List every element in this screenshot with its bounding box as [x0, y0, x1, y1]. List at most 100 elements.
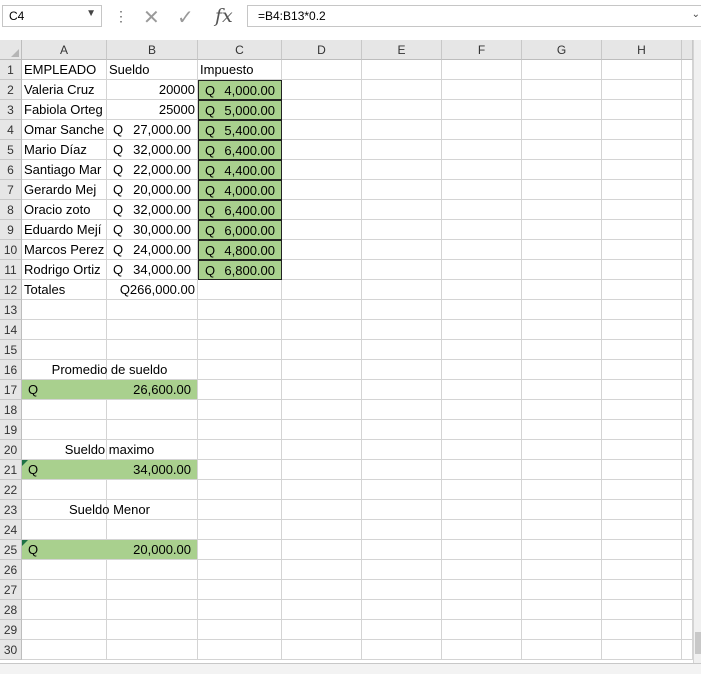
- cell-empty[interactable]: [442, 100, 522, 120]
- cell-empty[interactable]: [198, 560, 282, 580]
- employee-impuesto[interactable]: Q 4,400.00: [198, 160, 282, 180]
- cell-empty[interactable]: [107, 340, 198, 360]
- cell-empty[interactable]: [682, 640, 693, 660]
- cell-empty[interactable]: [682, 160, 693, 180]
- cell-empty[interactable]: [682, 360, 693, 380]
- cell-empty[interactable]: [522, 640, 602, 660]
- employee-impuesto[interactable]: Q 6,400.00: [198, 200, 282, 220]
- row-header-8[interactable]: 8: [0, 200, 22, 220]
- cell-empty[interactable]: [442, 380, 522, 400]
- cell-empty[interactable]: [602, 580, 682, 600]
- cell-empty[interactable]: [198, 360, 282, 380]
- cell-empty[interactable]: [282, 160, 362, 180]
- column-header-h[interactable]: H: [602, 40, 682, 60]
- cell-empty[interactable]: [522, 400, 602, 420]
- cell-empty[interactable]: [602, 60, 682, 80]
- cell-empty[interactable]: [362, 320, 442, 340]
- cell-empty[interactable]: [682, 140, 693, 160]
- menor-value[interactable]: Q 20,000.00: [22, 540, 198, 560]
- cell-empty[interactable]: [362, 520, 442, 540]
- row-header-15[interactable]: 15: [0, 340, 22, 360]
- dropdown-arrow-icon[interactable]: ▼: [86, 8, 96, 19]
- cell-empty[interactable]: [522, 200, 602, 220]
- cell-empty[interactable]: [282, 280, 362, 300]
- row-header-5[interactable]: 5: [0, 140, 22, 160]
- cell-empty[interactable]: [362, 580, 442, 600]
- cell-empty[interactable]: [682, 400, 693, 420]
- cell-empty[interactable]: [22, 520, 107, 540]
- cell-empty[interactable]: [282, 400, 362, 420]
- cell-empty[interactable]: [442, 580, 522, 600]
- cell-empty[interactable]: [522, 60, 602, 80]
- cell-empty[interactable]: [522, 520, 602, 540]
- promedio-value[interactable]: Q 26,600.00: [22, 380, 198, 400]
- column-header-a[interactable]: A: [22, 40, 107, 60]
- cell-empty[interactable]: [362, 280, 442, 300]
- cell-empty[interactable]: [602, 80, 682, 100]
- sheet-tabs-bar[interactable]: [0, 663, 701, 674]
- cell-empty[interactable]: [442, 220, 522, 240]
- cell-empty[interactable]: [602, 140, 682, 160]
- cell-empty[interactable]: [442, 320, 522, 340]
- cell-empty[interactable]: [522, 500, 602, 520]
- cell-empty[interactable]: [522, 580, 602, 600]
- cell-empty[interactable]: [282, 520, 362, 540]
- cell-empty[interactable]: [107, 400, 198, 420]
- cell-empty[interactable]: [602, 420, 682, 440]
- row-header-29[interactable]: 29: [0, 620, 22, 640]
- cell-empty[interactable]: [442, 480, 522, 500]
- employee-sueldo[interactable]: Q 34,000.00: [107, 260, 198, 280]
- cell-empty[interactable]: [198, 500, 282, 520]
- cell-empty[interactable]: [282, 180, 362, 200]
- row-header-1[interactable]: 1: [0, 60, 22, 80]
- row-header-16[interactable]: 16: [0, 360, 22, 380]
- cell-empty[interactable]: [522, 360, 602, 380]
- cell-empty[interactable]: [22, 480, 107, 500]
- employee-impuesto[interactable]: Q 6,000.00: [198, 220, 282, 240]
- cell-empty[interactable]: [362, 140, 442, 160]
- cell-empty[interactable]: [282, 340, 362, 360]
- cell-empty[interactable]: [522, 100, 602, 120]
- row-header-7[interactable]: 7: [0, 180, 22, 200]
- cell-empty[interactable]: [362, 80, 442, 100]
- cell-empty[interactable]: [442, 460, 522, 480]
- row-header-27[interactable]: 27: [0, 580, 22, 600]
- cell-empty[interactable]: [362, 540, 442, 560]
- employee-name[interactable]: Oracio zoto: [22, 200, 107, 220]
- employee-name[interactable]: Eduardo Mejí: [22, 220, 107, 240]
- cell-empty[interactable]: [362, 340, 442, 360]
- employee-name[interactable]: Omar Sanche: [22, 120, 107, 140]
- row-header-10[interactable]: 10: [0, 240, 22, 260]
- cell-empty[interactable]: [442, 60, 522, 80]
- cell-empty[interactable]: [198, 300, 282, 320]
- cell-empty[interactable]: [282, 140, 362, 160]
- totals-label[interactable]: Totales: [22, 280, 107, 300]
- cell-b1-header[interactable]: Sueldo: [107, 60, 198, 80]
- cell-empty[interactable]: [198, 420, 282, 440]
- cell-empty[interactable]: [198, 600, 282, 620]
- cell-empty[interactable]: [682, 420, 693, 440]
- cell-empty[interactable]: [682, 500, 693, 520]
- cell-empty[interactable]: [107, 300, 198, 320]
- cell-empty[interactable]: [442, 560, 522, 580]
- select-all-corner[interactable]: [0, 40, 22, 60]
- cell-empty[interactable]: [522, 220, 602, 240]
- cell-empty[interactable]: [107, 480, 198, 500]
- cell-empty[interactable]: [602, 460, 682, 480]
- cell-empty[interactable]: [282, 600, 362, 620]
- employee-impuesto[interactable]: Q 4,000.00: [198, 80, 282, 100]
- row-header-28[interactable]: 28: [0, 600, 22, 620]
- cell-empty[interactable]: [198, 640, 282, 660]
- cell-empty[interactable]: [107, 640, 198, 660]
- cell-empty[interactable]: [22, 340, 107, 360]
- cell-empty[interactable]: [442, 520, 522, 540]
- cell-empty[interactable]: [602, 220, 682, 240]
- cell-empty[interactable]: [362, 360, 442, 380]
- cell-empty[interactable]: [522, 560, 602, 580]
- cell-empty[interactable]: [602, 560, 682, 580]
- cell-empty[interactable]: [442, 420, 522, 440]
- cell-empty[interactable]: [602, 380, 682, 400]
- employee-impuesto[interactable]: Q 4,000.00: [198, 180, 282, 200]
- cell-empty[interactable]: [198, 540, 282, 560]
- cell-empty[interactable]: [22, 420, 107, 440]
